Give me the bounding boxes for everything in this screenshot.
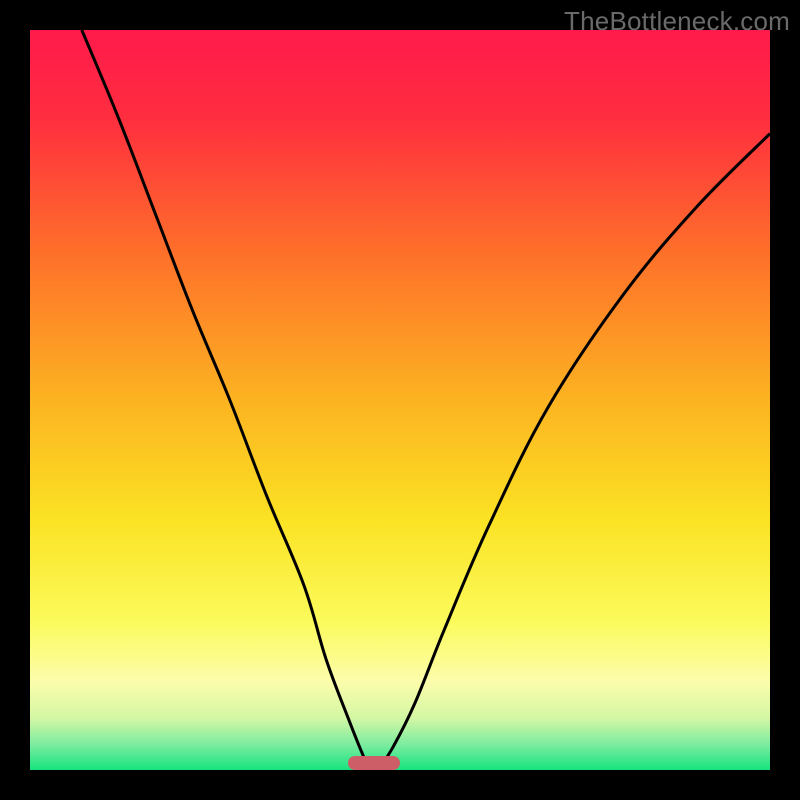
chart-frame: TheBottleneck.com	[0, 0, 800, 800]
curve-right	[378, 134, 770, 770]
watermark-text: TheBottleneck.com	[564, 6, 790, 37]
optimal-range-marker	[348, 756, 400, 770]
bottleneck-curves	[30, 30, 770, 770]
curve-left	[82, 30, 371, 770]
plot-area	[30, 30, 770, 770]
